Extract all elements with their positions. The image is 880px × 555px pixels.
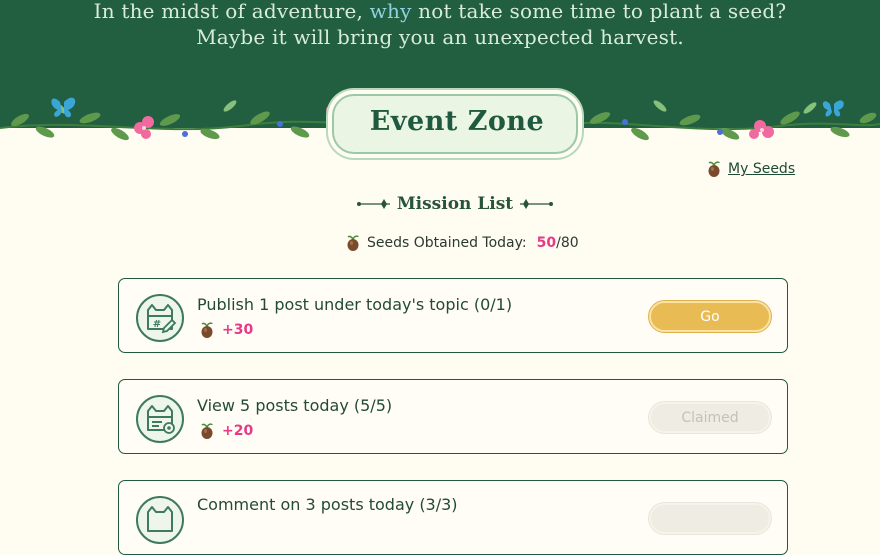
comment-post-icon [136,496,184,544]
seeds-today-label: Seeds Obtained Today: [367,235,527,251]
my-seeds-link[interactable]: My Seeds [706,160,795,178]
seeds-obtained-today: Seeds Obtained Today: 50/80 [345,234,579,252]
seeds-today-max: /80 [556,235,579,251]
my-seeds-label: My Seeds [728,161,796,177]
seed-icon [708,161,720,177]
task-title: Comment on 3 posts today (3/3) [197,495,458,514]
ornament-right-icon [520,199,553,209]
svg-text:#: # [153,319,161,330]
view-post-icon [136,395,184,443]
seed-icon [201,322,213,338]
banner-tagline-line-2: Maybe it will bring you an unexpected ha… [196,25,684,49]
go-button[interactable]: Go [649,301,771,332]
task-reward: +30 [199,321,253,339]
task-card: View 5 posts today (5/5) +20 Claimed [118,379,788,454]
seeds-today-count: 50 [536,235,557,251]
seed-icon [201,423,213,439]
task-card: # Publish 1 post under today's topic (0/… [118,278,788,353]
task-title: View 5 posts today (5/5) [197,396,393,415]
task-card: Comment on 3 posts today (3/3) [118,480,788,555]
task-points: +20 [222,423,254,439]
banner-tagline-line-1: In the midst of adventure, why not take … [93,0,787,23]
task-points: +30 [222,322,254,338]
seed-icon [347,235,359,251]
mission-list-heading: Mission List [340,194,570,216]
event-zone-title: Event Zone [369,106,545,137]
task-title: Publish 1 post under today's topic (0/1) [197,295,513,314]
task-reward: +20 [199,422,253,440]
hashtag-post-icon: # [136,294,184,342]
event-zone-plaque: Event Zone [332,94,578,154]
claimed-button[interactable]: Claimed [649,402,771,433]
